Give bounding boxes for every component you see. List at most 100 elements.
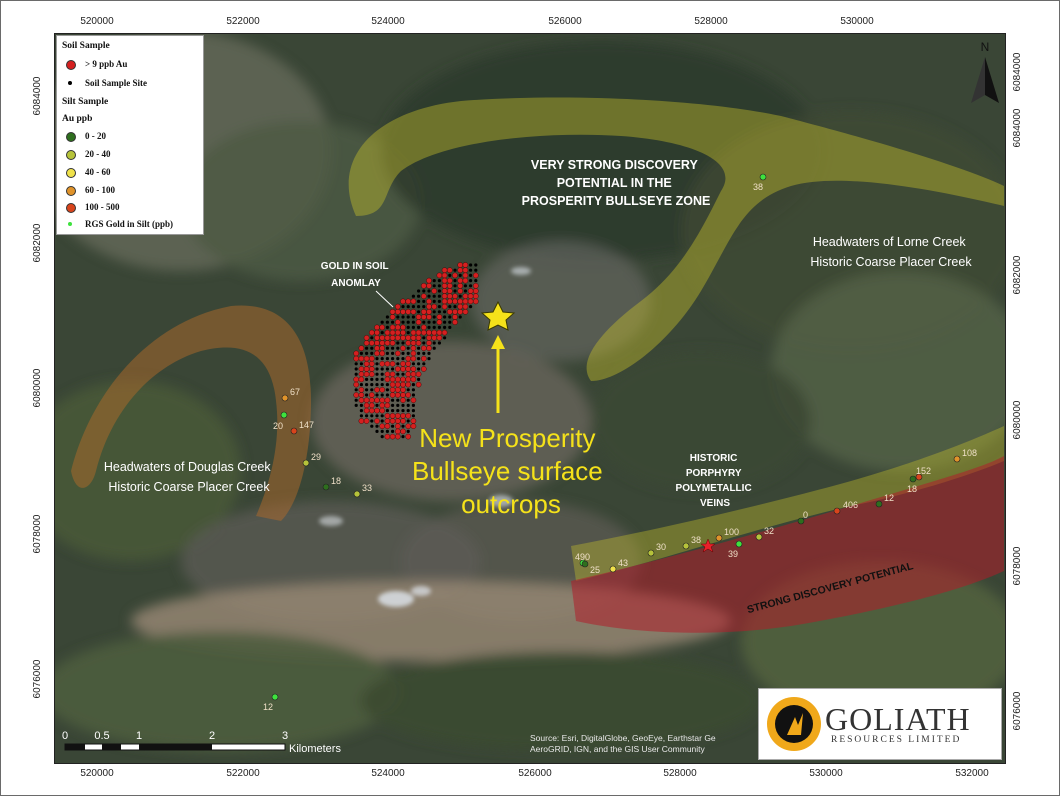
soil-sample-site [432,284,436,288]
soil-sample-site [443,336,447,340]
soil-sample-site [406,398,410,402]
soil-sample-high [420,366,427,372]
soil-sample-site [401,372,405,376]
soil-sample-site [380,429,384,433]
soil-sample-high [457,298,464,305]
x-tick-bottom: 528000 [663,768,697,779]
bullseye-zone-line: VERY STRONG DISCOVERY [531,158,699,172]
soil-sample-site [417,289,421,293]
silt-sample-point [715,534,723,542]
soil-sample-site [380,367,384,371]
soil-sample-high [457,288,464,294]
soil-sample-site [417,325,421,329]
soil-sample-site [396,362,400,366]
soil-sample-high [379,360,386,367]
soil-sample-high [410,397,417,404]
soil-sample-site [375,403,379,407]
scale-unit: Kilometers [289,743,341,755]
soil-sample-high [389,314,396,320]
soil-sample-high [420,329,427,336]
logo-subtitle: RESOURCES LIMITED [831,735,962,745]
soil-sample-high [405,433,412,440]
x-tick-top: 528000 [694,16,728,27]
soil-sample-site [385,325,389,329]
soil-sample-high [400,366,406,372]
soil-sample-site [432,279,436,283]
soil-sample-site [411,362,415,366]
goliath-emblem-icon [767,697,821,751]
soil-sample-high [394,366,401,372]
soil-sample-high [353,350,360,357]
soil-sample-site [365,393,369,397]
credits-line: Source: Esri, DigitalGlobe, GeoEye, Eart… [530,733,716,743]
soil-sample-high [394,428,401,435]
soil-sample-high [467,293,474,300]
soil-sample-high [389,360,396,367]
soil-sample-high [405,392,412,398]
soil-sample-high [420,293,427,300]
soil-sample-site [411,294,415,298]
soil-sample-site [422,341,426,345]
soil-sample-high [353,392,360,398]
soil-sample-site [427,320,431,324]
soil-sample-high [462,308,469,315]
soil-sample-high [394,386,401,393]
lorne-line: Headwaters of Lorne Creek [813,235,967,249]
legend-item: 60 - 100 [65,183,115,197]
soil-sample-site [469,273,473,277]
soil-sample-site [391,429,395,433]
soil-sample-high [441,282,448,289]
soil-sample-high [462,277,469,284]
silt-sample-value: 100 [724,527,739,537]
soil-sample-high [405,355,412,362]
green-dot-icon [68,222,72,226]
soil-sample-high [379,334,386,341]
yellow-circle-icon [66,168,76,178]
silt-sample-value: 18 [907,484,917,494]
douglas-line: Headwaters of Douglas Creek [104,460,271,474]
soil-sample-high [358,345,365,352]
soil-sample-site [432,341,436,345]
soil-sample-high [415,381,422,388]
soil-sample-site [391,398,395,402]
silt-sample-value: 38 [691,535,701,545]
soil-sample-high [368,397,375,404]
soil-sample-site [380,383,384,387]
soil-sample-site [365,414,369,418]
soil-sample-high [426,314,432,320]
soil-sample-high [441,288,448,294]
silt-sample-value: 39 [728,549,738,559]
dark-green-circle-icon [66,132,76,142]
soil-sample-high [400,381,406,388]
porphyry-line: PORPHYRY [686,468,742,479]
soil-sample-high [462,293,469,300]
soil-sample-site [406,351,410,355]
soil-sample-site [365,377,369,381]
soil-sample-high [363,366,370,372]
soil-sample-high [405,423,412,430]
soil-sample-high [400,360,406,367]
porphyry-line: VEINS [700,498,730,509]
soil-sample-high [368,407,375,414]
legend-soil-heading: Soil Sample [62,41,110,51]
soil-sample-high [384,433,391,440]
soil-sample-site [427,289,431,293]
soil-sample-high [452,293,458,300]
soil-sample-high [384,412,391,419]
goliath-logo: GOLIATH RESOURCES LIMITED [758,688,1002,760]
scale-tick-05: 0.5 [94,730,109,742]
soil-anomaly-line: ANOMLAY [331,278,381,289]
soil-sample-high [400,392,406,398]
soil-sample-site [427,357,431,361]
soil-sample-high [379,350,386,357]
soil-sample-site [396,315,400,319]
soil-sample-high [415,329,422,336]
y-tick-left: 6082000 [32,223,43,263]
soil-sample-high [400,386,406,393]
soil-sample-site [354,388,358,392]
x-tick-top: 524000 [371,16,405,27]
soil-sample-site [406,315,410,319]
soil-sample-high [415,314,422,320]
silt-sample-value: 29 [311,452,321,462]
soil-sample-high [441,277,448,284]
